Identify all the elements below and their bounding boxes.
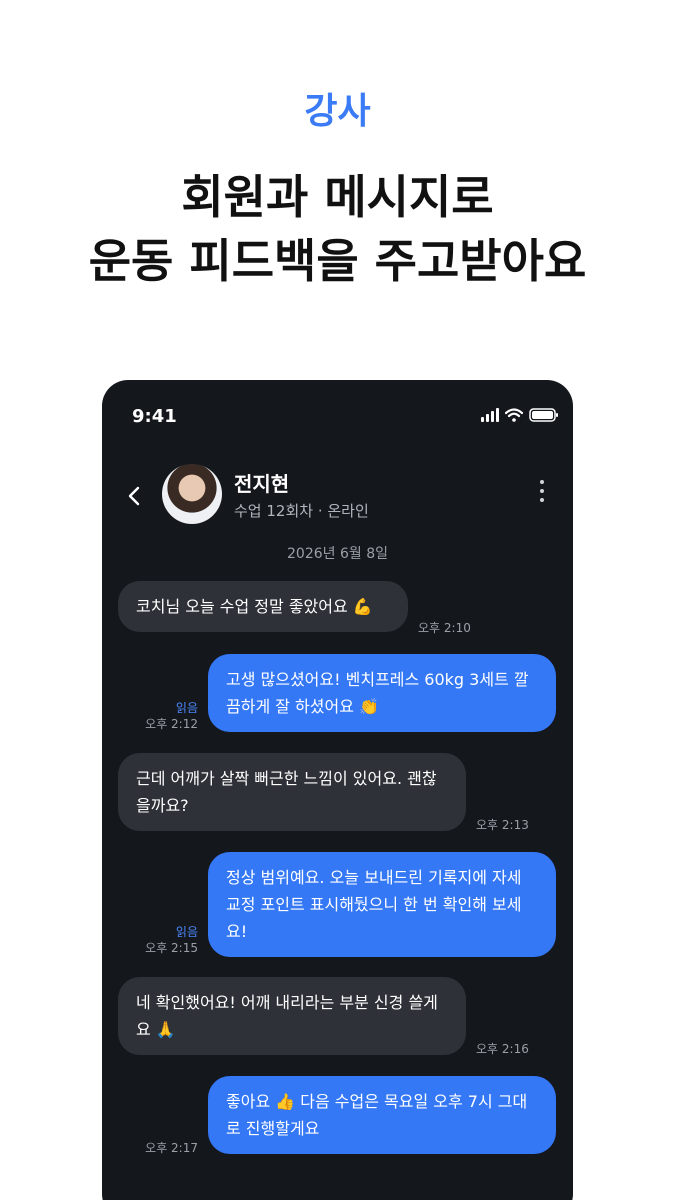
message-bubble-outgoing[interactable]: 정상 범위예요. 오늘 보내드린 기록지에 자세 교정 포인트 표시해뒀으니 한… (208, 852, 556, 957)
read-receipt: 읽음 (175, 925, 198, 939)
back-button[interactable] (124, 482, 144, 510)
read-receipt: 읽음 (175, 701, 198, 715)
chevron-left-icon (128, 486, 140, 506)
message-bubble-incoming[interactable]: 네 확인했어요! 어깨 내리라는 부분 신경 쓸게요 🙏 (118, 977, 466, 1055)
more-options-button[interactable] (537, 480, 547, 510)
more-dot-icon (540, 489, 544, 493)
status-icons (481, 408, 559, 422)
headline-line-2: 운동 피드백을 주고받아요 (88, 234, 587, 288)
message-text: 좋아요 👍 다음 수업은 목요일 오후 7시 그대로 진행할게요 (226, 1092, 528, 1138)
wifi-icon (505, 408, 523, 422)
promo-page: 강사 회원과 메시지로 운동 피드백을 주고받아요 9:41 전지현 수업 12… (0, 0, 675, 1200)
message-time: 오후 2:15 (145, 941, 198, 955)
message-meta: 읽음 오후 2:12 (132, 700, 198, 732)
message-bubble-incoming[interactable]: 코치님 오늘 수업 정말 좋았어요 💪 (118, 581, 408, 632)
date-divider: 2026년 6월 8일 (287, 546, 388, 562)
message-text: 코치님 오늘 수업 정말 좋았어요 💪 (136, 597, 373, 616)
phone-frame: 9:41 전지현 수업 12회차 · 온라인 2026년 6월 8일 코치님 오… (102, 380, 573, 1200)
message-text: 네 확인했어요! 어깨 내리라는 부분 신경 쓸게요 🙏 (136, 993, 438, 1039)
message-text: 근데 어깨가 살짝 뻐근한 느낌이 있어요. 괜찮을까요? (136, 769, 437, 815)
status-bar: 9:41 (102, 380, 573, 450)
status-time: 9:41 (132, 406, 177, 427)
message-bubble-incoming[interactable]: 근데 어깨가 살짝 뻐근한 느낌이 있어요. 괜찮을까요? (118, 753, 466, 831)
headline-line-1: 회원과 메시지로 (181, 170, 494, 224)
message-time: 오후 2:12 (145, 717, 198, 731)
promo-headline: 회원과 메시지로 운동 피드백을 주고받아요 (0, 165, 675, 293)
avatar[interactable] (162, 464, 222, 524)
message-meta: 읽음 오후 2:15 (132, 924, 198, 956)
message-bubble-outgoing[interactable]: 고생 많으셨어요! 벤치프레스 60kg 3세트 깔끔하게 잘 하셨어요 👏 (208, 654, 556, 732)
contact-name: 전지현 (234, 472, 290, 496)
message-text: 고생 많으셨어요! 벤치프레스 60kg 3세트 깔끔하게 잘 하셨어요 👏 (226, 670, 529, 716)
more-dot-icon (540, 498, 544, 502)
message-time: 오후 2:16 (476, 1042, 529, 1056)
message-text: 정상 범위예요. 오늘 보내드린 기록지에 자세 교정 포인트 표시해뒀으니 한… (226, 868, 522, 941)
message-meta: 오후 2:17 (132, 1140, 198, 1156)
chat-header: 전지현 수업 12회차 · 온라인 (102, 462, 573, 532)
message-time: 오후 2:13 (476, 818, 529, 832)
message-bubble-outgoing[interactable]: 좋아요 👍 다음 수업은 목요일 오후 7시 그대로 진행할게요 (208, 1076, 556, 1154)
message-time: 오후 2:17 (145, 1141, 198, 1155)
message-time: 오후 2:10 (418, 621, 471, 635)
signal-icon (481, 408, 499, 422)
battery-icon (529, 408, 559, 422)
promo-tag: 강사 (304, 91, 371, 132)
more-dot-icon (540, 480, 544, 484)
contact-subtitle: 수업 12회차 · 온라인 (234, 502, 369, 520)
